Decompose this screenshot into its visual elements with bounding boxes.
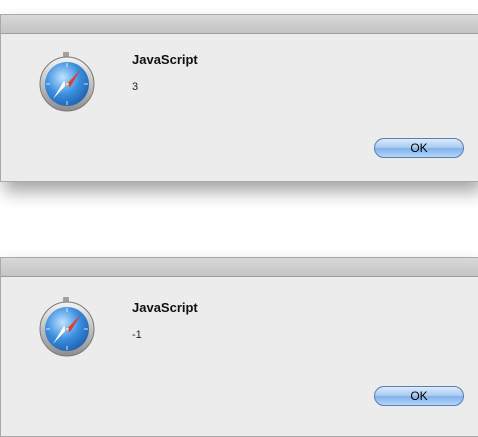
alert-dialog-2: JavaScript -1 OK: [0, 257, 478, 437]
dialog-title: JavaScript: [132, 300, 198, 315]
dialog-message: -1: [132, 329, 142, 341]
alert-dialog-1: JavaScript 3 OK: [0, 14, 478, 182]
ok-button[interactable]: OK: [374, 138, 464, 158]
safari-compass-icon: [37, 297, 97, 357]
safari-compass-icon: [37, 52, 97, 112]
dialog-titlebar[interactable]: [1, 15, 478, 34]
dialog-message: 3: [132, 81, 139, 93]
dialog-title: JavaScript: [132, 52, 198, 67]
ok-button[interactable]: OK: [374, 386, 464, 406]
dialog-titlebar[interactable]: [1, 258, 478, 277]
